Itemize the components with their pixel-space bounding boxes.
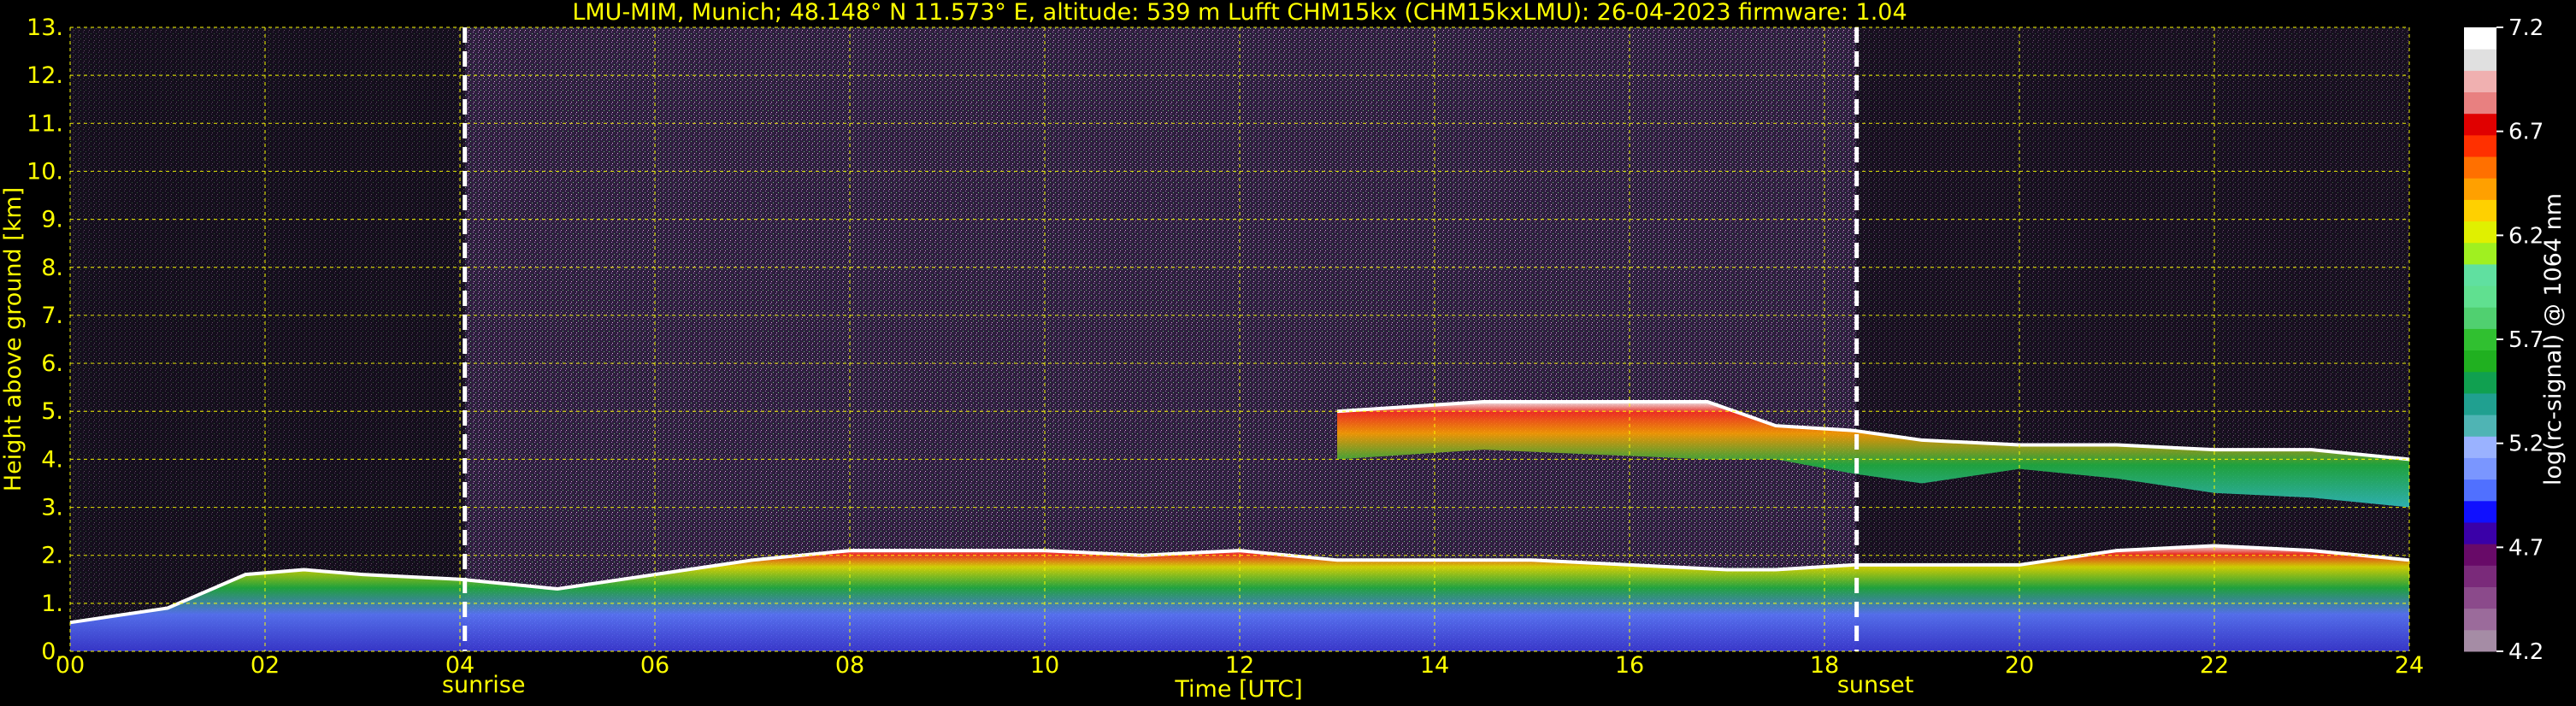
x-tick-label: 02 bbox=[251, 652, 280, 679]
backscatter-heatmap bbox=[69, 27, 2410, 651]
colorbar-tick-label: 6.7 bbox=[2508, 120, 2544, 145]
night-region bbox=[70, 27, 465, 651]
y-tick-label: 4. bbox=[41, 446, 63, 473]
y-tick-label: 13. bbox=[27, 15, 63, 41]
x-tick-labels: 00 02 04 06 08 10 12 14 16 18 20 22 24 bbox=[56, 652, 2424, 679]
colorbar-tick-label: 4.7 bbox=[2508, 535, 2544, 561]
ceilometer-chart: LMU-MIM, Munich; 48.148° N 11.573° E, al… bbox=[0, 0, 2567, 703]
x-tick-label: 12 bbox=[1225, 652, 1254, 679]
y-tick-label: 9. bbox=[41, 207, 63, 233]
colorbar-swatch bbox=[2464, 586, 2496, 609]
x-tick-label: 16 bbox=[1615, 652, 1644, 679]
colorbar-swatch bbox=[2464, 544, 2496, 566]
colorbar-swatch bbox=[2464, 500, 2496, 523]
colorbar-swatch bbox=[2464, 199, 2496, 222]
colorbar-swatch bbox=[2464, 27, 2496, 50]
colorbar-swatch bbox=[2464, 285, 2496, 308]
x-tick-label: 10 bbox=[1030, 652, 1059, 679]
colorbar-tick-label: 5.7 bbox=[2508, 327, 2544, 353]
y-tick-label: 1. bbox=[41, 591, 63, 617]
colorbar-swatch bbox=[2464, 350, 2496, 373]
colorbar-swatch bbox=[2464, 263, 2496, 286]
colorbar: 4.2 4.7 5.2 5.7 6.2 6.7 7.2 bbox=[2464, 15, 2544, 665]
colorbar-swatch bbox=[2464, 457, 2496, 480]
colorbar-swatch bbox=[2464, 521, 2496, 544]
colorbar-swatch bbox=[2464, 221, 2496, 244]
y-tick-label: 3. bbox=[41, 495, 63, 521]
colorbar-tick-label: 5.2 bbox=[2508, 432, 2544, 457]
colorbar-swatch bbox=[2464, 328, 2496, 351]
x-tick-label: 08 bbox=[835, 652, 864, 679]
x-tick-label: 00 bbox=[56, 652, 85, 679]
colorbar-swatch bbox=[2464, 608, 2496, 631]
x-tick-label: 20 bbox=[2005, 652, 2034, 679]
y-tick-label: 2. bbox=[41, 543, 63, 569]
colorbar-tick-label: 7.2 bbox=[2508, 15, 2544, 41]
y-tick-labels: 0.1.2.3.4.5.6.7.8.9.10.11.12.13. bbox=[27, 15, 63, 665]
y-axis-label: Height above ground [km] bbox=[0, 187, 27, 491]
y-tick-label: 12. bbox=[27, 62, 63, 89]
y-tick-label: 10. bbox=[27, 158, 63, 185]
x-tick-label: 18 bbox=[1810, 652, 1839, 679]
x-tick-label: 06 bbox=[640, 652, 669, 679]
colorbar-swatch bbox=[2464, 371, 2496, 394]
colorbar-swatch bbox=[2464, 479, 2496, 502]
sunset-label: sunset bbox=[1837, 672, 1914, 698]
colorbar-swatch bbox=[2464, 436, 2496, 458]
colorbar-swatch bbox=[2464, 629, 2496, 652]
colorbar-swatch bbox=[2464, 49, 2496, 71]
y-tick-label: 5. bbox=[41, 398, 63, 425]
colorbar-swatch bbox=[2464, 156, 2496, 179]
chart-title: LMU-MIM, Munich; 48.148° N 11.573° E, al… bbox=[572, 0, 1907, 26]
colorbar-swatch bbox=[2464, 392, 2496, 415]
colorbar-tick-label: 6.2 bbox=[2508, 223, 2544, 249]
x-axis-label: Time [UTC] bbox=[1174, 676, 1302, 703]
x-tick-label: 24 bbox=[2395, 652, 2424, 679]
colorbar-label: log(rc-signal) @ 1064 nm bbox=[2540, 193, 2567, 485]
colorbar-swatch bbox=[2464, 242, 2496, 265]
x-tick-label: 14 bbox=[1420, 652, 1449, 679]
y-tick-label: 7. bbox=[41, 303, 63, 329]
colorbar-swatch bbox=[2464, 134, 2496, 157]
y-tick-label: 8. bbox=[41, 255, 63, 281]
colorbar-swatch bbox=[2464, 70, 2496, 93]
colorbar-tick-label: 4.2 bbox=[2508, 639, 2544, 665]
colorbar-swatch bbox=[2464, 178, 2496, 200]
colorbar-swatch bbox=[2464, 415, 2496, 437]
colorbar-swatch bbox=[2464, 91, 2496, 115]
x-tick-label: 22 bbox=[2200, 652, 2229, 679]
x-tick-label: 04 bbox=[445, 652, 475, 679]
colorbar-swatch bbox=[2464, 307, 2496, 329]
y-tick-label: 11. bbox=[27, 110, 63, 137]
colorbar-swatch bbox=[2464, 113, 2496, 136]
colorbar-swatch bbox=[2464, 565, 2496, 587]
y-tick-label: 6. bbox=[41, 350, 63, 377]
